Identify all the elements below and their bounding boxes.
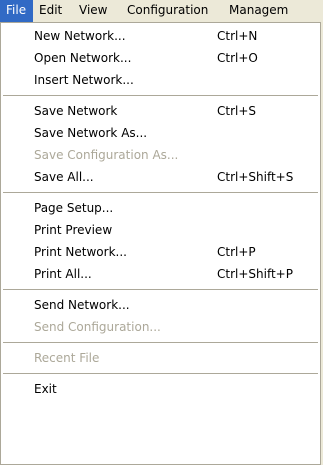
menu-separator bbox=[1, 188, 320, 197]
menu-item-label: Send Network... bbox=[34, 298, 130, 312]
menu-item-save-network[interactable]: Save Network Ctrl+S bbox=[1, 100, 320, 122]
menu-item-label: Send Configuration... bbox=[34, 320, 161, 334]
menu-item-print-preview[interactable]: Print Preview bbox=[1, 219, 320, 241]
menu-item-shortcut: Ctrl+P bbox=[217, 245, 256, 259]
menu-item-recent-file: Recent File bbox=[1, 347, 320, 369]
menu-item-label: Save Network bbox=[34, 104, 118, 118]
menu-separator bbox=[1, 338, 320, 347]
menu-view[interactable]: View bbox=[73, 0, 121, 22]
menu-item-label: Print Network... bbox=[34, 245, 127, 259]
menu-item-label: Save Network As... bbox=[34, 126, 148, 140]
menu-item-save-configuration-as: Save Configuration As... bbox=[1, 144, 320, 166]
menu-item-open-network[interactable]: Open Network... Ctrl+O bbox=[1, 47, 320, 69]
menu-item-page-setup[interactable]: Page Setup... bbox=[1, 197, 320, 219]
menu-item-label: Insert Network... bbox=[34, 73, 134, 87]
menu-item-label: Open Network... bbox=[34, 51, 132, 65]
menu-configuration[interactable]: Configuration bbox=[121, 0, 223, 22]
menu-item-insert-network[interactable]: Insert Network... bbox=[1, 69, 320, 91]
menu-item-shortcut: Ctrl+O bbox=[217, 51, 258, 65]
menu-file[interactable]: File bbox=[0, 0, 33, 22]
menu-item-label: Save All... bbox=[34, 170, 94, 184]
menu-separator bbox=[1, 91, 320, 100]
menu-item-send-network[interactable]: Send Network... bbox=[1, 294, 320, 316]
menu-item-shortcut: Ctrl+N bbox=[217, 29, 258, 43]
menu-item-print-network[interactable]: Print Network... Ctrl+P bbox=[1, 241, 320, 263]
menu-item-print-all[interactable]: Print All... Ctrl+Shift+P bbox=[1, 263, 320, 285]
menu-item-label: New Network... bbox=[34, 29, 126, 43]
menu-item-shortcut: Ctrl+Shift+P bbox=[217, 267, 293, 281]
file-menu-list: New Network... Ctrl+N Open Network... Ct… bbox=[1, 23, 320, 400]
menu-item-label: Print Preview bbox=[34, 223, 113, 237]
menu-item-shortcut: Ctrl+S bbox=[217, 104, 257, 118]
menu-separator bbox=[1, 285, 320, 294]
menu-bar: File Edit View Configuration Managem bbox=[0, 0, 323, 22]
menu-item-shortcut: Ctrl+Shift+S bbox=[217, 170, 294, 184]
menu-item-send-configuration: Send Configuration... bbox=[1, 316, 320, 338]
menu-item-new-network[interactable]: New Network... Ctrl+N bbox=[1, 25, 320, 47]
menu-item-label: Save Configuration As... bbox=[34, 148, 179, 162]
menu-separator bbox=[1, 369, 320, 378]
menu-item-label: Recent File bbox=[34, 351, 100, 365]
menu-edit[interactable]: Edit bbox=[33, 0, 73, 22]
file-menu-dropdown: New Network... Ctrl+N Open Network... Ct… bbox=[0, 22, 321, 465]
menu-item-label: Page Setup... bbox=[34, 201, 114, 215]
menu-item-save-network-as[interactable]: Save Network As... bbox=[1, 122, 320, 144]
menu-item-exit[interactable]: Exit bbox=[1, 378, 320, 400]
menu-item-label: Exit bbox=[34, 382, 57, 396]
application-window: File Edit View Configuration Managem New… bbox=[0, 0, 323, 465]
menu-item-save-all[interactable]: Save All... Ctrl+Shift+S bbox=[1, 166, 320, 188]
menu-management[interactable]: Managem bbox=[223, 0, 323, 22]
menu-item-label: Print All... bbox=[34, 267, 92, 281]
